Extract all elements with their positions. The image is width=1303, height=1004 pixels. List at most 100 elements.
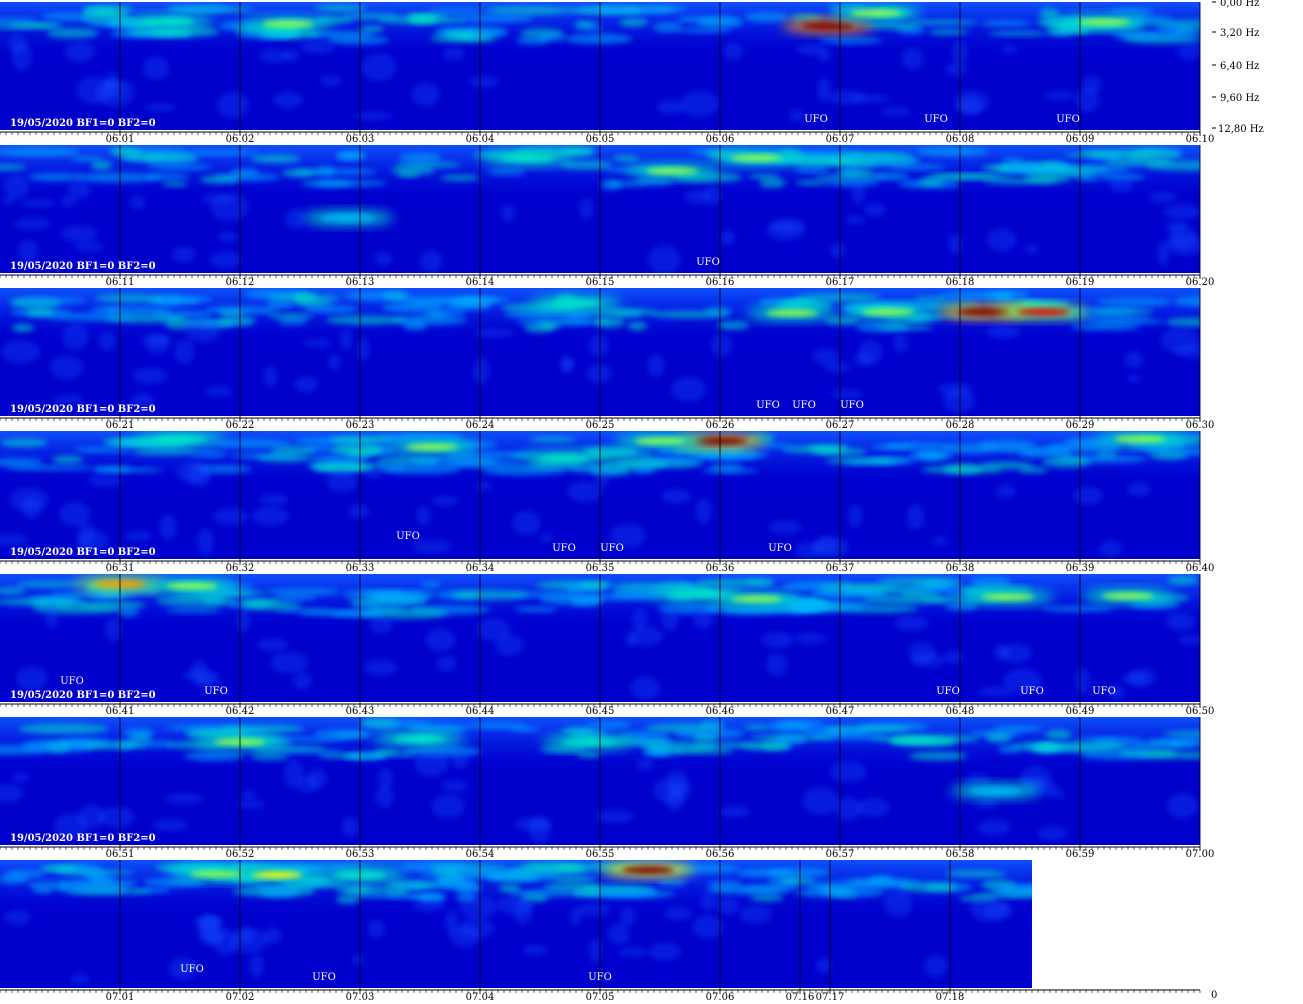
spectral-noise (17, 239, 39, 264)
hotspot (982, 593, 1034, 601)
spectral-streak (145, 173, 190, 180)
spectral-noise (361, 53, 397, 82)
time-tick-label: 07.01 (106, 992, 135, 1003)
spectral-streak (1042, 456, 1091, 468)
spectral-noise (1165, 613, 1196, 632)
spectral-streak (824, 457, 897, 465)
spectral-noise (351, 954, 364, 965)
spectrogram-row: 06.31 06.32 06.33 06.34 06.35 06.36 06.37 06.38… (0, 431, 1214, 574)
spectral-streak (316, 753, 367, 759)
hotspot (646, 167, 698, 175)
spectral-noise (523, 944, 548, 956)
spectral-streak (509, 726, 540, 732)
spectral-noise (282, 49, 300, 61)
spectral-noise (240, 790, 256, 800)
spectral-noise (61, 225, 98, 243)
spectral-noise (661, 489, 692, 504)
spectral-streak (574, 20, 595, 27)
spectral-noise (251, 506, 290, 526)
time-tick-label: 06.54 (466, 849, 495, 860)
spectral-streak (928, 29, 968, 35)
spectral-streak (1149, 451, 1188, 460)
spectral-noise (238, 800, 266, 809)
ufo-marker-label: UFO (792, 400, 816, 411)
spectral-streak (914, 146, 989, 157)
hotspot (622, 866, 674, 874)
hotspot (670, 590, 722, 598)
time-tick-label: 06.02 (226, 134, 255, 145)
spectral-streak (1163, 730, 1200, 738)
ufo-marker-label: UFO (312, 972, 336, 983)
spectral-streak (1040, 741, 1128, 752)
spectral-streak (627, 321, 648, 331)
spectral-noise (719, 805, 751, 818)
spectral-streak (1148, 737, 1200, 747)
spectral-noise (449, 925, 481, 948)
spectral-streak (921, 465, 1003, 474)
spectral-noise (723, 42, 743, 61)
spectral-streak (314, 4, 367, 12)
time-tick-label: 06.58 (946, 849, 975, 860)
spectral-streak (592, 889, 676, 899)
spectral-noise (943, 389, 976, 413)
spectrogram-row: 06.51 06.52 06.53 06.54 06.55 06.56 06.57 06.58… (0, 717, 1214, 860)
spectral-streak (877, 324, 934, 331)
spectral-streak (329, 435, 394, 445)
spectral-streak (839, 151, 914, 158)
spectral-streak (1002, 157, 1024, 164)
spectral-noise (249, 954, 264, 978)
spectral-noise (850, 94, 891, 103)
frequency-tick-label: 6,40 Hz (1220, 61, 1259, 72)
spectral-noise (77, 522, 95, 549)
spectral-noise (760, 632, 795, 648)
ufo-marker-label: UFO (588, 972, 612, 983)
spectral-noise (647, 354, 665, 377)
spectral-streak (825, 178, 880, 187)
spectral-noise (159, 514, 177, 541)
spectral-streak (165, 607, 222, 614)
ufo-marker-label: UFO (924, 114, 948, 125)
spectral-streak (564, 33, 633, 45)
spectral-noise (431, 496, 459, 506)
spectral-streak (72, 446, 134, 453)
spectral-streak (266, 294, 342, 302)
spectral-noise (1017, 776, 1045, 785)
spectral-streak (1075, 175, 1100, 182)
spectral-noise (906, 503, 925, 530)
hotspot (1114, 435, 1166, 443)
time-tick-label: 06.25 (586, 420, 615, 431)
spectral-streak (873, 172, 909, 181)
spectral-streak (515, 606, 559, 613)
spectral-noise (679, 90, 719, 117)
hotspot (550, 299, 602, 307)
hotspot (634, 437, 686, 445)
spectral-noise (412, 540, 452, 554)
spectral-noise (132, 367, 168, 384)
spectral-noise (205, 385, 233, 397)
spectral-streak (130, 29, 192, 36)
spectral-streak (992, 725, 1043, 733)
ufo-marker-label: UFO (936, 686, 960, 697)
spectral-streak (275, 594, 317, 601)
spectral-noise (944, 62, 968, 76)
frequency-tick-label: 3,20 Hz (1220, 28, 1259, 39)
time-tick-label: 07.03 (346, 992, 375, 1003)
spectral-streak (985, 733, 1012, 743)
time-tick-label: 07.17 (816, 992, 845, 1003)
spectral-noise (184, 318, 221, 343)
spectral-noise (473, 357, 490, 385)
time-tick-label: 06.06 (706, 134, 735, 145)
spectral-noise (283, 760, 305, 788)
spectral-streak (216, 439, 291, 449)
spectral-noise (567, 481, 603, 503)
time-tick-label: 06.28 (946, 420, 975, 431)
spectral-streak (7, 297, 86, 305)
time-tick-label: 06.46 (706, 706, 735, 717)
spectral-noise (986, 229, 1017, 251)
spectral-noise (858, 339, 883, 365)
spectral-streak (392, 883, 426, 891)
spectral-noise (857, 798, 890, 818)
spectral-noise (1109, 178, 1133, 193)
time-tick-label: 06.22 (226, 420, 255, 431)
hotspot (142, 18, 194, 26)
